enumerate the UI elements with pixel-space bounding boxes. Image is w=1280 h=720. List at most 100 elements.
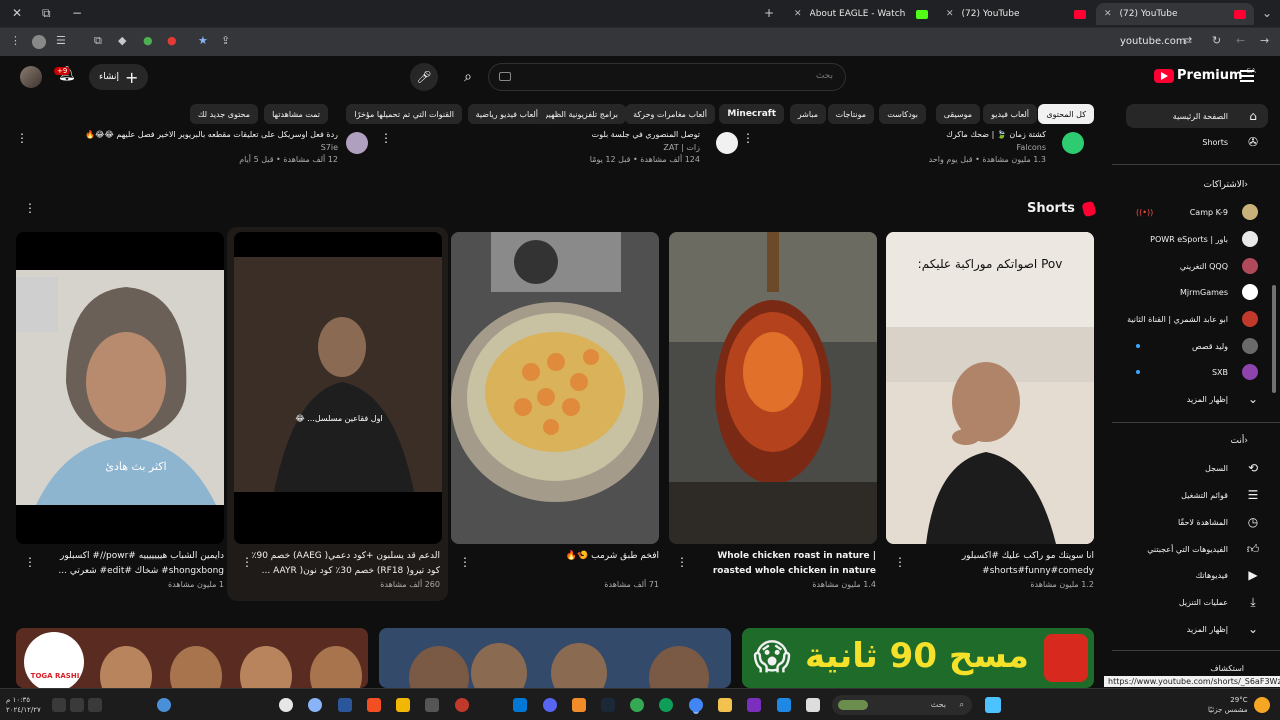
app-icon[interactable] xyxy=(777,698,791,712)
sidebar-item-liked[interactable]: 👍︎ الفيديوهات التي أعجبتني xyxy=(1126,537,1268,561)
tab-search-icon[interactable]: ⌄ xyxy=(1262,6,1272,20)
close-tab-icon[interactable]: ✕ xyxy=(946,9,954,19)
chip-live[interactable]: مباشر xyxy=(789,104,826,124)
taskbar-clock[interactable]: ١٠:٣٥ م ٢٠٢٤/١٢/٢٧ xyxy=(6,695,41,715)
search-button[interactable]: ⌕ xyxy=(455,64,481,90)
minimize-window-icon[interactable]: − xyxy=(72,6,82,20)
tab-eagle[interactable]: ✕ About EAGLE - Watch Live on K xyxy=(786,3,936,25)
back-icon[interactable]: → xyxy=(1260,34,1269,47)
tray-icon[interactable] xyxy=(52,698,66,712)
more-actions-icon[interactable]: ⋮ xyxy=(24,556,36,568)
chip-action-adventure[interactable]: ألعاب مغامرات وحركة xyxy=(625,104,715,124)
sidebar-item-watch-later[interactable]: ◷ المشاهدة لاحقًا xyxy=(1126,510,1268,534)
channel-name[interactable]: S7ie xyxy=(60,143,338,152)
subscriptions-header[interactable]: الاشتراكات› xyxy=(1204,180,1256,190)
extensions-icon[interactable]: ⧉ xyxy=(94,34,102,48)
file-explorer-icon[interactable] xyxy=(718,698,732,712)
search-input[interactable]: بحث xyxy=(488,63,846,91)
share-icon[interactable]: ⇪ xyxy=(221,34,230,47)
onedrive-icon[interactable] xyxy=(157,698,171,712)
sidebar-channel[interactable]: MjrmGames xyxy=(1126,280,1268,304)
app-icon[interactable] xyxy=(572,698,586,712)
address-bar[interactable]: youtube.com xyxy=(1120,36,1186,47)
sidebar-show-more[interactable]: ⌄ إظهار المزيد xyxy=(1126,387,1268,411)
site-settings-icon[interactable]: ⇄ xyxy=(1183,34,1192,47)
short-thumbnail[interactable]: اول فقاعين مسلسل... 😂 xyxy=(234,232,442,544)
edge-icon[interactable] xyxy=(659,698,673,712)
video-info[interactable]: ردة فعل اوسريكل على تعليقات مقطعه بالبري… xyxy=(60,130,368,175)
app-icon[interactable] xyxy=(747,698,761,712)
video-thumbnail[interactable]: TOGA RASHI xyxy=(16,628,368,688)
video-thumbnail[interactable] xyxy=(379,628,731,688)
short-title[interactable]: Whole chicken roast in nature | roasted … xyxy=(686,549,876,579)
short-title[interactable]: انا سويتك مو راكب عليك #اكسبلور shorts#f… xyxy=(904,549,1094,579)
browser-menu-icon[interactable]: ⋮ xyxy=(10,34,21,47)
sidebar-scrollbar[interactable] xyxy=(1272,285,1276,393)
app-icon[interactable] xyxy=(455,698,469,712)
sidebar-item-playlists[interactable]: ☰ قوائم التشغيل xyxy=(1126,483,1268,507)
task-view-icon[interactable] xyxy=(806,698,820,712)
more-actions-icon[interactable]: ⋮ xyxy=(241,556,253,568)
video-title[interactable]: توصل المنصوري في جلسة بلوت xyxy=(440,130,700,139)
settings-icon[interactable] xyxy=(279,698,293,712)
shorts-shelf-menu-icon[interactable]: ⋮ xyxy=(24,202,36,214)
tab-youtube-active[interactable]: ✕ (72) YouTube xyxy=(1096,3,1254,25)
sidebar-channel[interactable]: ابو عابد الشمري | القناة الثانية xyxy=(1126,307,1268,331)
microsoft-store-icon[interactable] xyxy=(367,698,381,712)
extension-red-icon[interactable]: ● xyxy=(167,34,177,47)
reload-icon[interactable]: ↻ xyxy=(1212,34,1221,47)
app-icon[interactable] xyxy=(513,698,527,712)
reading-list-icon[interactable]: ☰ xyxy=(56,34,66,47)
short-title[interactable]: افخم طبق شرمب 🍤🔥 xyxy=(469,549,659,564)
account-avatar[interactable] xyxy=(20,66,42,88)
create-button[interactable]: إنشاء + xyxy=(89,64,149,90)
windows-start-icon[interactable] xyxy=(985,697,1001,713)
video-info[interactable]: توصل المنصوري في جلسة بلوت زات | ZAT 124… xyxy=(440,130,738,175)
you-header[interactable]: أنت› xyxy=(1231,436,1256,446)
sidebar-channel[interactable]: وليد قصص xyxy=(1126,334,1268,358)
discord-icon[interactable] xyxy=(543,698,557,712)
sidebar-channel[interactable]: التغريني QQQ xyxy=(1126,254,1268,278)
channel-avatar[interactable] xyxy=(716,132,738,154)
sidebar-channel[interactable]: Camp K-9 ((•)) xyxy=(1126,200,1268,224)
more-actions-icon[interactable]: ⋮ xyxy=(676,556,688,568)
chip-montages[interactable]: مونتاجات xyxy=(827,104,874,124)
keyboard-icon[interactable] xyxy=(499,72,511,81)
channel-name[interactable]: Falcons xyxy=(786,143,1046,152)
sidebar-channel[interactable]: POWR eSports | باور xyxy=(1126,227,1268,251)
maximize-window-icon[interactable]: ⧉ xyxy=(42,6,51,21)
app-icon[interactable] xyxy=(338,698,352,712)
short-thumbnail[interactable] xyxy=(669,232,877,544)
taskbar-search-input[interactable]: بحث ⌕ xyxy=(832,695,972,715)
new-tab-icon[interactable]: + xyxy=(764,6,774,20)
chip-recently-uploaded[interactable]: القنوات التي تم تحميلها مؤخرًا xyxy=(346,104,462,124)
voice-search-mic-icon[interactable]: 🎤︎ xyxy=(410,63,438,91)
short-thumbnail[interactable]: Pov اصواتكم موراكبة عليكم: xyxy=(886,232,1094,544)
short-title[interactable]: دايمين الشباب هيييييييه #powr//# اكسبلور… xyxy=(34,549,224,579)
sidebar-item-history[interactable]: ⟲ السجل xyxy=(1126,456,1268,480)
chip-watched[interactable]: تمت مشاهدتها xyxy=(264,104,328,124)
channel-avatar[interactable] xyxy=(1062,132,1084,154)
sidebar-item-your-videos[interactable]: ▶ فيديوهاتك xyxy=(1126,563,1268,587)
tab-youtube-2[interactable]: ✕ (72) YouTube xyxy=(938,3,1094,25)
app-icon[interactable] xyxy=(396,698,410,712)
profile-icon[interactable] xyxy=(32,35,46,49)
chip-new-to-you[interactable]: محتوى جديد لك xyxy=(189,104,258,124)
video-thumbnail[interactable]: 😱 مسح 90 ثانية xyxy=(742,628,1094,688)
chip-minecraft[interactable]: Minecraft xyxy=(719,104,784,124)
short-thumbnail[interactable] xyxy=(451,232,659,544)
close-window-icon[interactable]: ✕ xyxy=(12,6,22,20)
extension-badge-icon[interactable]: ● xyxy=(143,34,153,47)
chrome-active-icon[interactable] xyxy=(689,698,703,712)
chip-video-games[interactable]: ألعاب فيديو xyxy=(983,104,1037,124)
network-icon[interactable] xyxy=(88,698,102,712)
chip-podcasts[interactable]: بودكاست xyxy=(879,104,926,124)
channel-name[interactable]: زات | ZAT xyxy=(440,143,700,152)
sidebar-show-more[interactable]: ⌄ إظهار المزيد xyxy=(1126,617,1268,641)
chip-music[interactable]: موسيقى xyxy=(935,104,980,124)
sidebar-item-downloads[interactable]: ⤓ عمليات التنزيل xyxy=(1126,590,1268,614)
steam-icon[interactable] xyxy=(601,698,615,712)
chrome-icon[interactable] xyxy=(630,698,644,712)
guide-menu-icon[interactable] xyxy=(1240,70,1254,82)
more-actions-icon[interactable]: ⋮ xyxy=(894,556,906,568)
